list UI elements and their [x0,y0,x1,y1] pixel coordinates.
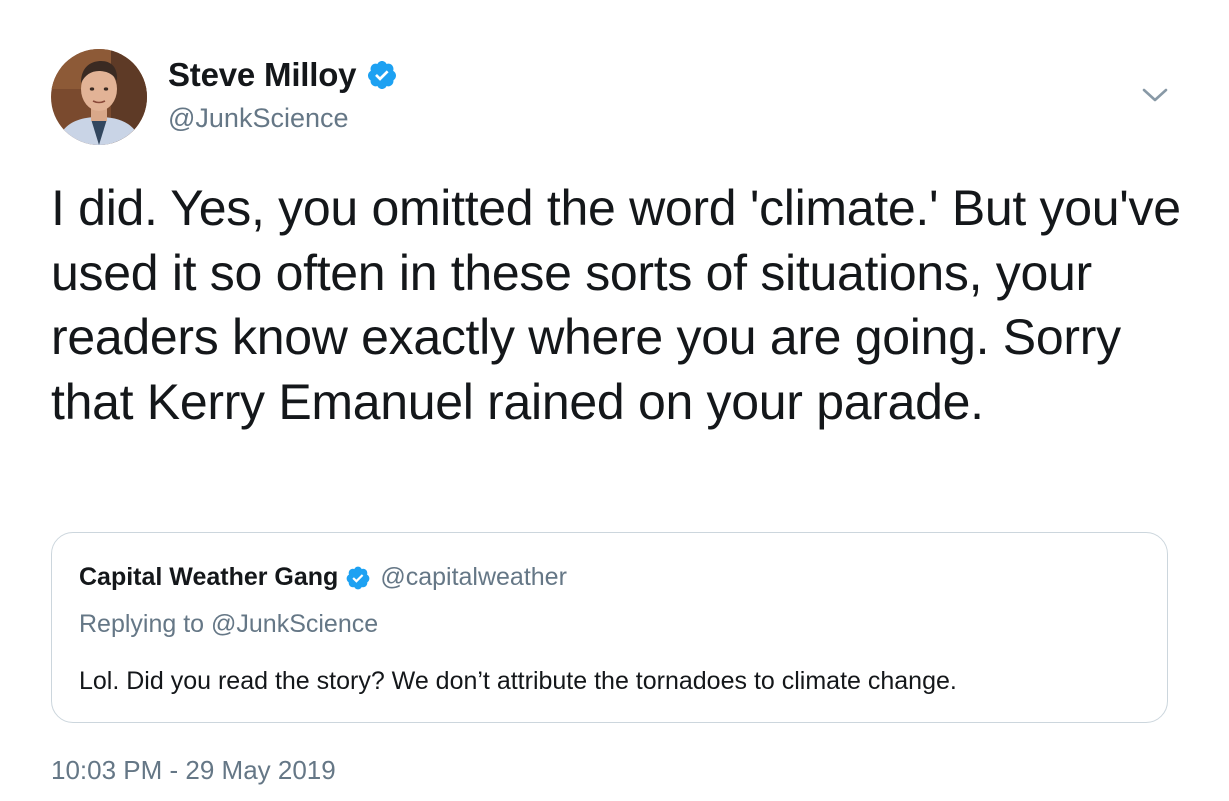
quoted-author-handle: @capitalweather [380,563,567,591]
verified-badge-icon [368,61,397,89]
quoted-tweet-header: Capital Weather Gang @capitalweather [79,563,567,592]
profile-photo-icon [51,49,147,145]
verified-badge-icon [346,566,370,589]
tweet: Steve Milloy @JunkScience I did. Yes, yo… [0,0,1229,801]
tweet-text: I did. Yes, you omitted the word 'climat… [51,180,1181,430]
quoted-author-name: Capital Weather Gang [79,563,339,591]
author-name-row: Steve Milloy [168,56,398,94]
replying-to-label: Replying to @JunkScience [79,610,379,638]
author-handle[interactable]: @JunkScience [168,103,349,134]
avatar[interactable] [51,49,147,145]
quoted-tweet-card[interactable]: Capital Weather Gang @capitalweather Rep… [51,532,1168,723]
author-name[interactable]: Steve Milloy [168,56,357,94]
chevron-down-icon[interactable] [1140,84,1170,106]
tweet-timestamp[interactable]: 10:03 PM - 29 May 2019 [51,755,336,786]
quoted-tweet-text: Lol. Did you read the story? We don’t at… [79,667,957,695]
